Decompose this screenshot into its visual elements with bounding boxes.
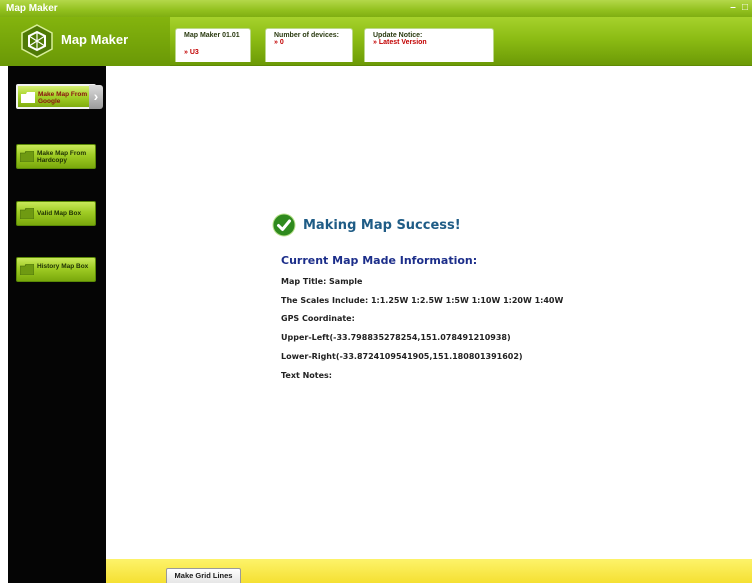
window-controls: – □ <box>728 1 750 16</box>
devices-value: » 0 <box>274 39 284 46</box>
update-title: Update Notice: <box>373 32 423 39</box>
version-value: » U3 <box>184 49 199 56</box>
folder-icon <box>20 264 34 275</box>
main-content: Making Map Success! Current Map Made Inf… <box>106 66 752 559</box>
sidebar-item-label: History Map Box <box>37 263 89 270</box>
text-notes-label: Text Notes: <box>281 371 332 380</box>
maximize-icon[interactable]: □ <box>740 1 750 15</box>
folder-icon <box>21 92 35 103</box>
bottom-bar: Make Grid Lines <box>106 559 752 583</box>
sidebar-item-label: Make Map From Google <box>38 91 88 105</box>
devices-title: Number of devices: <box>274 32 339 39</box>
app-name: Map Maker <box>61 32 129 47</box>
title-bar: Map Maker – □ <box>0 0 752 17</box>
folder-icon <box>20 208 34 219</box>
update-panel: Update Notice: » Latest Version <box>364 28 494 62</box>
sidebar-item-make-map-from-google[interactable]: Make Map From Google <box>16 84 96 109</box>
chevron-right-icon: › <box>89 85 103 109</box>
sidebar-item-valid-map-box[interactable]: Valid Map Box <box>16 201 96 226</box>
update-value: » Latest Version <box>373 39 427 46</box>
app-header: Map Maker Map Maker 01.01 » U3 Number of… <box>0 17 752 66</box>
sidebar-item-make-map-from-hardcopy[interactable]: Make Map From Hardcopy <box>16 144 96 169</box>
lower-right-coordinate: Lower-Right(-33.8724109541905,151.180801… <box>281 352 523 361</box>
map-title-line: Map Title: Sample <box>281 277 363 286</box>
success-message: Making Map Success! <box>303 217 461 233</box>
sidebar-item-label: Make Map From Hardcopy <box>37 150 87 164</box>
info-heading: Current Map Made Information: <box>281 254 478 267</box>
logo-area: Map Maker <box>0 17 170 66</box>
upper-left-coordinate: Upper-Left(-33.798835278254,151.07849121… <box>281 333 511 342</box>
folder-icon <box>20 151 34 162</box>
version-panel: Map Maker 01.01 » U3 <box>175 28 251 62</box>
check-circle-icon <box>272 213 296 237</box>
version-title: Map Maker 01.01 <box>184 32 240 39</box>
success-banner: Making Map Success! <box>272 213 461 237</box>
sidebar: Make Map From Google Make Map From Hardc… <box>8 66 106 583</box>
sidebar-item-history-map-box[interactable]: History Map Box <box>16 257 96 282</box>
gps-coordinate-label: GPS Coordinate: <box>281 314 355 323</box>
map-logo-icon <box>21 24 53 58</box>
sidebar-item-label: Valid Map Box <box>37 210 82 217</box>
window-title: Map Maker <box>6 3 58 14</box>
scales-line: The Scales Include: 1:1.25W 1:2.5W 1:5W … <box>281 296 564 305</box>
make-grid-lines-button[interactable]: Make Grid Lines <box>166 568 241 583</box>
devices-panel: Number of devices: » 0 <box>265 28 353 62</box>
minimize-icon[interactable]: – <box>728 1 738 15</box>
